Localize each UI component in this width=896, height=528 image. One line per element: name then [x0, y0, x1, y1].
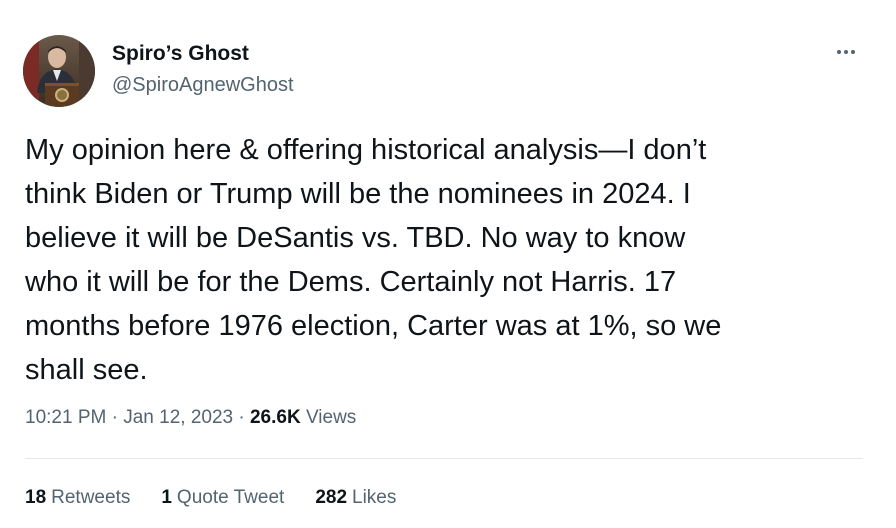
tweet-text-line: believe it will be DeSantis vs. TBD. No …: [25, 222, 686, 254]
tweet-time-link[interactable]: 10:21 PM · Jan 12, 2023: [25, 407, 233, 428]
quote-tweets-count: 1: [161, 487, 172, 508]
tweet-text-line: shall see.: [25, 354, 148, 386]
retweets-label: Retweets: [51, 487, 131, 508]
tweet-text-line: think Biden or Trump will be the nominee…: [25, 178, 691, 210]
more-dot: [844, 50, 848, 54]
views-label: Views: [305, 407, 357, 428]
more-dot: [851, 50, 855, 54]
avatar-photo: [23, 35, 95, 107]
divider: [25, 458, 863, 459]
tweet-card: Spiro’s Ghost @SpiroAgnewGhost My opinio…: [0, 0, 896, 528]
retweets-stat[interactable]: 18 Retweets: [25, 487, 130, 509]
avatar[interactable]: [23, 35, 95, 107]
tweet-text: My opinion here & offering historical an…: [25, 128, 855, 392]
author-handle[interactable]: @SpiroAgnewGhost: [112, 74, 294, 97]
tweet-text-line: My opinion here & offering historical an…: [25, 134, 707, 166]
tweet-date: Jan 12, 2023: [123, 407, 234, 428]
quote-tweets-label: Quote Tweet: [176, 487, 285, 508]
views-count: 26.6K: [249, 407, 301, 428]
author-display-name[interactable]: Spiro’s Ghost: [112, 42, 249, 66]
quote-tweets-stat[interactable]: 1 Quote Tweet: [161, 487, 284, 509]
more-dot: [837, 50, 841, 54]
meta-separator: ·: [111, 407, 118, 428]
likes-label: Likes: [352, 487, 397, 508]
more-horizontal-icon[interactable]: [826, 40, 866, 64]
likes-count: 282: [315, 487, 348, 508]
meta-separator: ·: [238, 407, 245, 428]
retweets-count: 18: [25, 487, 47, 508]
tweet-time: 10:21 PM: [25, 407, 107, 428]
tweet-meta: 10:21 PM · Jan 12, 2023 · 26.6K Views: [25, 407, 356, 429]
tweet-text-line: who it will be for the Dems. Certainly n…: [25, 266, 677, 298]
engagement-stats: 18 Retweets 1 Quote Tweet 282 Likes: [25, 487, 396, 509]
likes-stat[interactable]: 282 Likes: [315, 487, 396, 509]
tweet-text-line: months before 1976 election, Carter was …: [25, 310, 722, 342]
